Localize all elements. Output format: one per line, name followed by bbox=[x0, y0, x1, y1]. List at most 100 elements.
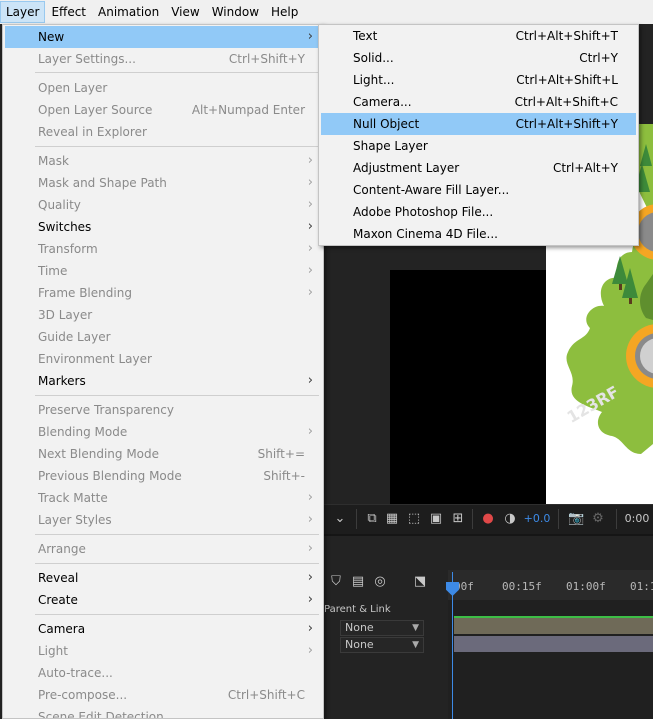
mask-path-icon[interactable]: ⬚ bbox=[406, 511, 422, 527]
menu-window[interactable]: Window bbox=[206, 1, 265, 23]
timeline-panel: ⛉ ▤ ◎ ⬔ 00f 00:15f 01:00f 01:1 Parent & … bbox=[322, 534, 653, 719]
menu-item-label: Open Layer bbox=[38, 81, 108, 95]
fast-preview-icon[interactable]: ⧉ bbox=[364, 511, 380, 527]
parent-link-header: Parent & Link bbox=[324, 604, 391, 615]
menu-item-camera[interactable]: Camera › bbox=[5, 618, 321, 640]
layer-bar[interactable] bbox=[454, 618, 653, 634]
menu-item-auto-trace[interactable]: Auto-trace... bbox=[5, 662, 321, 684]
menu-item-label: Guide Layer bbox=[38, 330, 111, 344]
chevron-right-icon: › bbox=[307, 373, 313, 388]
submenu-item-label: Light... bbox=[353, 73, 395, 87]
chevron-right-icon: › bbox=[307, 29, 313, 44]
menu-item-transform[interactable]: Transform › bbox=[5, 238, 321, 260]
parent-select[interactable]: None ▼ bbox=[340, 637, 424, 653]
menu-item-reveal[interactable]: Reveal › bbox=[5, 567, 321, 589]
submenu-item-photoshop-file[interactable]: Adobe Photoshop File... bbox=[321, 201, 636, 223]
menu-layer[interactable]: Layer bbox=[0, 1, 46, 23]
graph-editor-icon[interactable]: ⬔ bbox=[412, 574, 428, 590]
menu-item-label: Reveal bbox=[38, 571, 79, 585]
timeline-ruler[interactable] bbox=[448, 570, 653, 600]
parent-select[interactable]: None ▼ bbox=[340, 620, 424, 636]
exposure-reset-icon[interactable]: ◑ bbox=[502, 511, 518, 527]
menu-item-shortcut: Ctrl+Shift+Y bbox=[228, 52, 305, 66]
menu-item-quality[interactable]: Quality › bbox=[5, 194, 321, 216]
camera-snapshot-icon[interactable]: 📷 bbox=[568, 511, 584, 527]
menu-item-mask-and-shape-path[interactable]: Mask and Shape Path › bbox=[5, 172, 321, 194]
menu-item-label: Switches bbox=[38, 220, 92, 234]
chevron-down-icon[interactable]: ⌄ bbox=[332, 511, 348, 527]
motion-blur-icon[interactable]: ◎ bbox=[372, 574, 388, 590]
menu-item-label: Layer Styles bbox=[38, 513, 112, 527]
menu-item-layer-settings[interactable]: Layer Settings... Ctrl+Shift+Y bbox=[5, 48, 321, 70]
submenu-item-shortcut: Ctrl+Y bbox=[579, 51, 618, 65]
menu-item-guide-layer[interactable]: Guide Layer bbox=[5, 326, 321, 348]
menu-item-blending-mode[interactable]: Blending Mode › bbox=[5, 421, 321, 443]
chevron-right-icon: › bbox=[307, 263, 313, 278]
submenu-item-label: Content-Aware Fill Layer... bbox=[353, 183, 510, 197]
menu-item-mask[interactable]: Mask › bbox=[5, 150, 321, 172]
submenu-item-label: Adjustment Layer bbox=[353, 161, 460, 175]
menu-item-time[interactable]: Time › bbox=[5, 260, 321, 282]
menu-item-label: Frame Blending bbox=[38, 286, 132, 300]
submenu-item-shortcut: Ctrl+Alt+Shift+T bbox=[515, 29, 618, 43]
submenu-item-label: Maxon Cinema 4D File... bbox=[353, 227, 498, 241]
menu-item-new[interactable]: New › bbox=[5, 26, 321, 48]
submenu-item-adjustment-layer[interactable]: Adjustment Layer Ctrl+Alt+Y bbox=[321, 157, 636, 179]
shy-switch-icon[interactable]: ⛉ bbox=[328, 574, 344, 590]
submenu-item-label: Null Object bbox=[353, 117, 420, 131]
menu-item-track-matte[interactable]: Track Matte › bbox=[5, 487, 321, 509]
grid-guides-icon[interactable]: ⊞ bbox=[450, 511, 466, 527]
menu-item-shortcut: Alt+Numpad Enter bbox=[191, 103, 305, 117]
submenu-item-light[interactable]: Light... Ctrl+Alt+Shift+L bbox=[321, 69, 636, 91]
submenu-item-cinema-4d-file[interactable]: Maxon Cinema 4D File... bbox=[321, 223, 636, 245]
submenu-item-shape-layer[interactable]: Shape Layer bbox=[321, 135, 636, 157]
submenu-item-content-aware-fill-layer[interactable]: Content-Aware Fill Layer... bbox=[321, 179, 636, 201]
menu-item-label: Scene Edit Detection bbox=[38, 710, 164, 719]
menu-item-previous-blending-mode[interactable]: Previous Blending Mode Shift+- bbox=[5, 465, 321, 487]
color-channels-icon[interactable]: ● bbox=[480, 511, 496, 527]
menu-item-label: Markers bbox=[38, 374, 86, 388]
menu-item-open-layer-source[interactable]: Open Layer Source Alt+Numpad Enter bbox=[5, 99, 321, 121]
menu-item-label: Reveal in Explorer bbox=[38, 125, 147, 139]
submenu-item-text[interactable]: Text Ctrl+Alt+Shift+T bbox=[321, 25, 636, 47]
menu-item-reveal-in-explorer[interactable]: Reveal in Explorer bbox=[5, 121, 321, 143]
menu-item-arrange[interactable]: Arrange › bbox=[5, 538, 321, 560]
menu-item-label: Pre-compose... bbox=[38, 688, 128, 702]
menu-item-open-layer[interactable]: Open Layer bbox=[5, 77, 321, 99]
transparency-grid-icon[interactable]: ▦ bbox=[384, 511, 400, 527]
submenu-item-null-object[interactable]: Null Object Ctrl+Alt+Shift+Y bbox=[321, 113, 636, 135]
menu-item-light[interactable]: Light › bbox=[5, 640, 321, 662]
menu-item-scene-edit-detection[interactable]: Scene Edit Detection bbox=[5, 706, 321, 719]
menu-item-label: Previous Blending Mode bbox=[38, 469, 182, 483]
menu-item-next-blending-mode[interactable]: Next Blending Mode Shift+= bbox=[5, 443, 321, 465]
menu-item-preserve-transparency[interactable]: Preserve Transparency bbox=[5, 399, 321, 421]
submenu-item-shortcut: Ctrl+Alt+Shift+Y bbox=[515, 117, 618, 131]
menu-effect[interactable]: Effect bbox=[45, 1, 92, 23]
chevron-right-icon: › bbox=[307, 153, 313, 168]
menu-separator bbox=[35, 146, 319, 147]
menu-item-3d-layer[interactable]: 3D Layer bbox=[5, 304, 321, 326]
show-snapshot-icon[interactable]: ⚙ bbox=[590, 511, 606, 527]
region-of-interest-icon[interactable]: ▣ bbox=[428, 511, 444, 527]
chevron-right-icon: › bbox=[307, 175, 313, 190]
menu-item-create[interactable]: Create › bbox=[5, 589, 321, 611]
menu-help[interactable]: Help bbox=[265, 1, 304, 23]
layer-bar[interactable] bbox=[454, 636, 653, 652]
menu-item-switches[interactable]: Switches › bbox=[5, 216, 321, 238]
menu-item-environment-layer[interactable]: Environment Layer bbox=[5, 348, 321, 370]
menu-item-frame-blending[interactable]: Frame Blending › bbox=[5, 282, 321, 304]
menu-view[interactable]: View bbox=[165, 1, 205, 23]
menu-item-label: Auto-trace... bbox=[38, 666, 113, 680]
chevron-right-icon: › bbox=[307, 197, 313, 212]
menu-item-markers[interactable]: Markers › bbox=[5, 370, 321, 392]
menu-item-label: Camera bbox=[38, 622, 86, 636]
menu-item-pre-compose[interactable]: Pre-compose... Ctrl+Shift+C bbox=[5, 684, 321, 706]
timecode-display[interactable]: 0:00 bbox=[622, 511, 652, 527]
submenu-item-solid[interactable]: Solid... Ctrl+Y bbox=[321, 47, 636, 69]
exposure-value[interactable]: +0.0 bbox=[522, 511, 552, 527]
menu-animation[interactable]: Animation bbox=[92, 1, 165, 23]
menu-item-layer-styles[interactable]: Layer Styles › bbox=[5, 509, 321, 531]
submenu-item-label: Shape Layer bbox=[353, 139, 428, 153]
submenu-item-camera[interactable]: Camera... Ctrl+Alt+Shift+C bbox=[321, 91, 636, 113]
frame-blending-icon[interactable]: ▤ bbox=[350, 574, 366, 590]
